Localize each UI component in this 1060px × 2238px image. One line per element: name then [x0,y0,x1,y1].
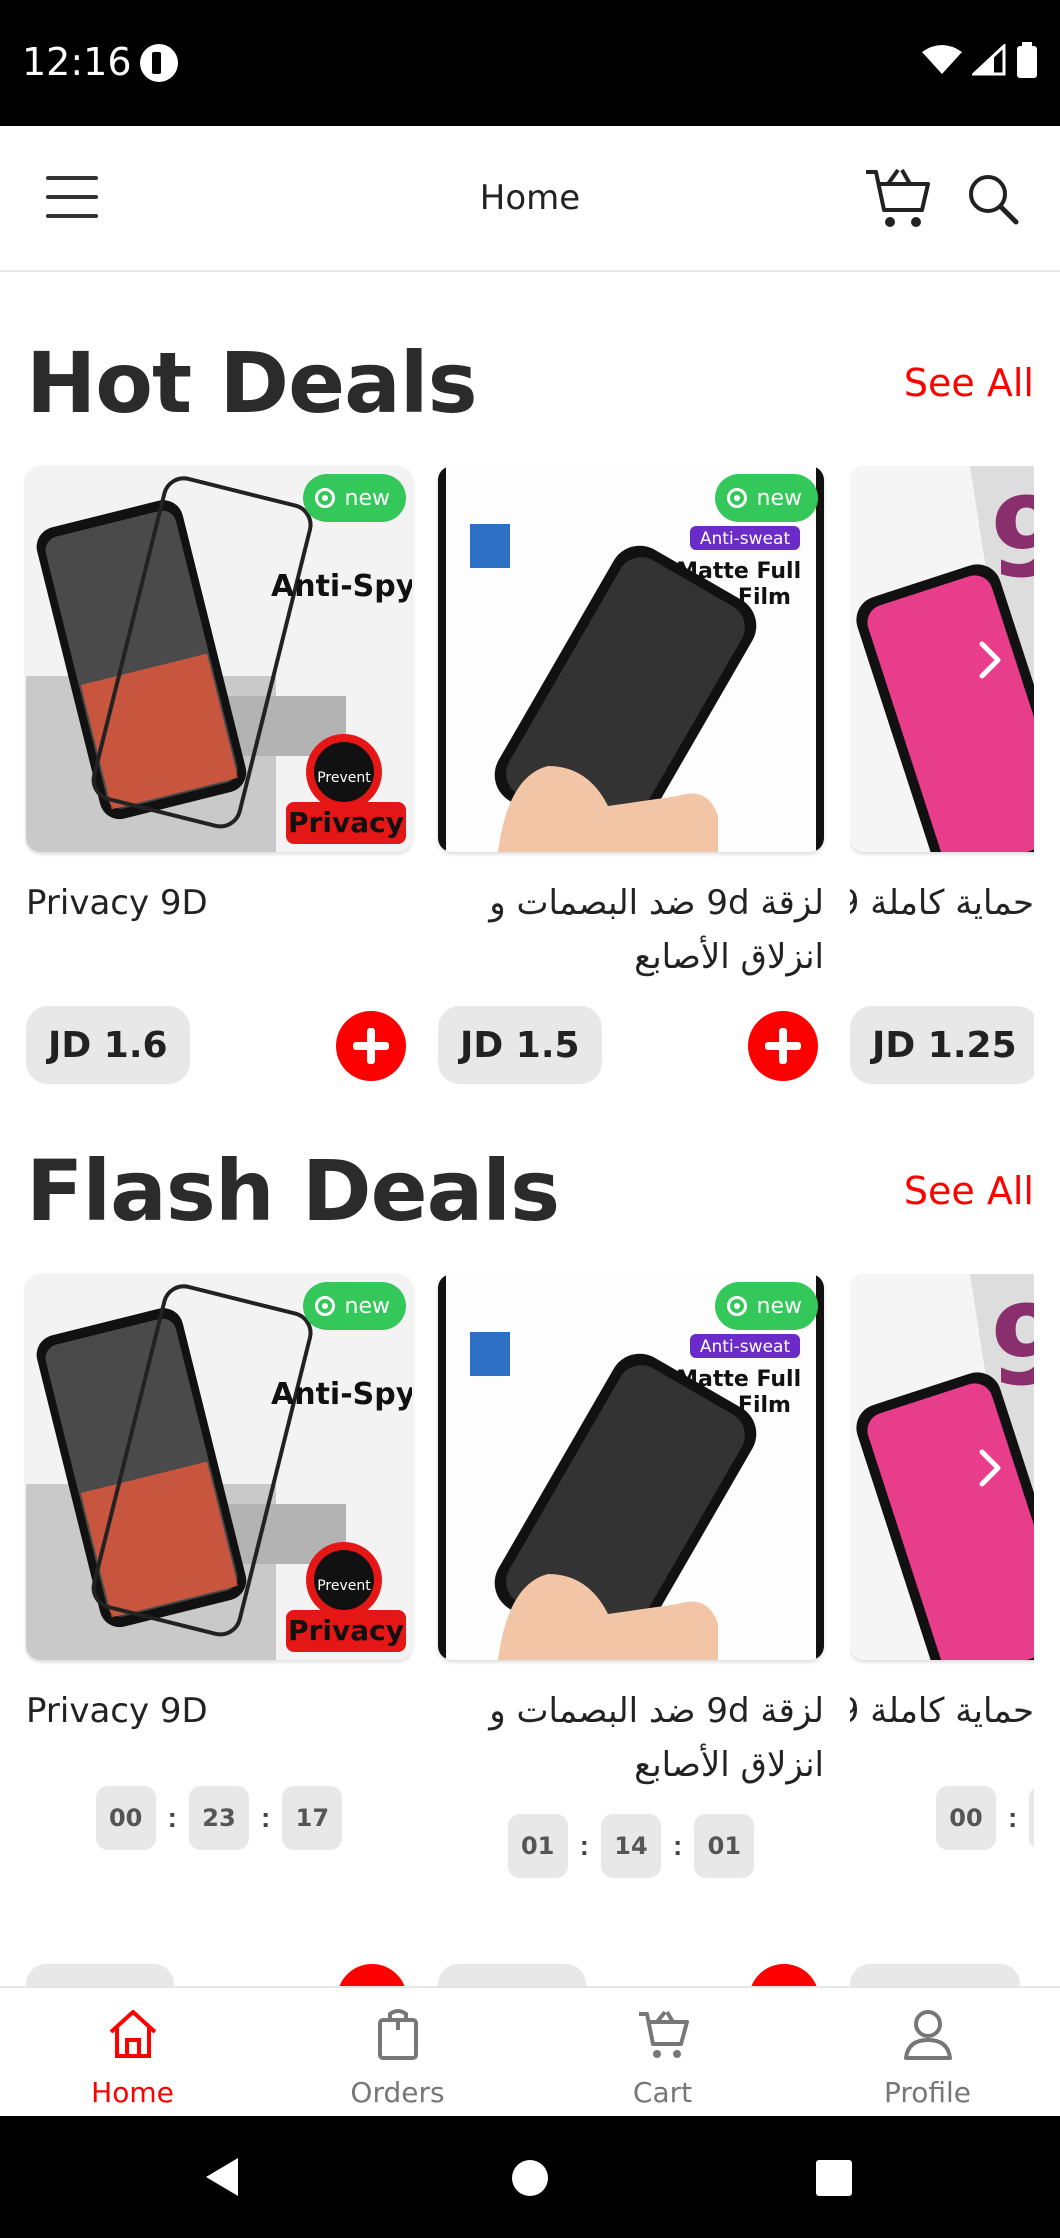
battery-icon [1017,42,1037,78]
product-name: Privacy 9D [26,1691,208,1731]
shopping-bag-icon [377,2009,418,2060]
cart-icon[interactable] [862,166,934,232]
hot-deal-card-3-clip: 9 حماية كاملة 9 JD 1.25 [850,466,1034,1086]
matte-screen-film-product-image: Anti-sweat 9D Matte Full Screen Film [438,466,824,852]
flash-deals-title: Flash Deals [26,1142,560,1240]
home-circle-icon[interactable] [510,2158,550,2198]
nav-profile-label: Profile [883,2076,972,2109]
product-image[interactable]: Anti-Spy Prevent Privacy new [26,1274,412,1660]
user-icon [903,2010,952,2060]
flash-deal-card-1[interactable]: Anti-Spy Prevent Privacy new Privacy 9D … [26,1274,412,1874]
status-icons [922,42,1038,78]
hot-deals-title: Hot Deals [26,334,478,432]
nav-profile[interactable]: Profile [795,1988,1060,2116]
timer-minutes: 23 [189,1786,249,1850]
timer-hours: 01 [507,1814,568,1878]
product-image[interactable]: Anti-sweat 9D Matte Full Screen Film new [438,466,824,852]
privacy-screen-product-image: Anti-Spy Prevent Privacy [26,466,412,852]
status-bar: 12:16 [0,0,1060,126]
app-bar: Home [0,126,1060,272]
chevron-right-icon[interactable] [970,1448,1010,1488]
recents-icon[interactable] [814,2158,854,2198]
flash-deal-card-3[interactable]: 9 حماية كاملة 9 00 : 4 [850,1274,1034,1874]
nav-orders[interactable]: Orders [265,1988,530,2116]
notification-app-icon [140,44,178,82]
countdown-timer: 00 : 4 [850,1786,1034,1850]
product-image[interactable]: Anti-Spy Prevent Privacy new [26,466,412,852]
hot-deals-header: Hot Deals See All [26,334,1034,432]
timer-seconds: 17 [282,1786,343,1850]
hot-deal-card-1[interactable]: Anti-Spy Prevent Privacy new Privacy 9D … [26,466,412,1086]
hot-deal-card-3[interactable]: 9 حماية كاملة 9 JD 1.25 [850,466,1034,1086]
bottom-navigation: Home Orders Cart Profile [0,1986,1060,2116]
flash-deals-header: Flash Deals See All [26,1142,1034,1240]
product-name: حماية كاملة 9 [850,883,1034,923]
system-navigation-bar [0,2116,1060,2238]
status-time: 12:16 [22,40,132,84]
product-name: Privacy 9D [26,883,208,923]
new-badge: new [714,474,818,522]
new-badge: new [714,1282,818,1330]
wifi-icon [922,45,962,74]
svg-text:Privacy: Privacy [288,1614,404,1647]
countdown-timer: 01 : 14 : 01 [438,1814,824,1878]
search-icon[interactable] [966,172,1020,226]
svg-text:Anti-Spy: Anti-Spy [271,1377,412,1412]
product-name: لزقة 9d ضد البصمات و انزلاق الأصابع [489,883,824,977]
matte-screen-film-product-image: Anti-sweat 9D Matte Full Screen Film [438,1274,824,1660]
flash-deal-card-2[interactable]: Anti-sweat 9D Matte Full Screen Film new… [438,1274,824,1878]
add-to-cart-button[interactable] [748,1011,818,1081]
timer-minutes: 14 [601,1814,661,1878]
product-name: حماية كاملة 9 [850,1691,1034,1731]
chevron-right-icon[interactable] [970,640,1010,680]
timer-hours: 00 [95,1786,156,1850]
svg-text:Anti-sweat: Anti-sweat [700,529,791,549]
product-image[interactable]: Anti-sweat 9D Matte Full Screen Film new [438,1274,824,1660]
price-badge: JD 1.25 [850,1006,1034,1084]
cart-icon [638,2010,689,2058]
product-name: لزقة 9d ضد البصمات و انزلاق الأصابع [489,1691,824,1785]
back-icon[interactable] [202,2156,242,2198]
svg-text:Prevent: Prevent [317,1578,371,1594]
privacy-screen-product-image: Anti-Spy Prevent Privacy [26,1274,412,1660]
add-to-cart-button[interactable] [336,1011,406,1081]
countdown-timer: 00 : 23 : 17 [26,1786,412,1850]
signal-icon [972,44,1006,76]
nav-home-label: Home [91,2076,174,2109]
timer-minutes: 4 [1029,1786,1034,1850]
nav-cart[interactable]: Cart [530,1988,795,2116]
price-badge: JD 1.6 [26,1006,190,1084]
new-badge: new [302,1282,406,1330]
nav-orders-label: Orders [350,2076,445,2109]
svg-text:Anti-Spy: Anti-Spy [271,569,412,604]
price-badge: JD 1.5 [438,1006,602,1084]
flash-deal-card-3-clip: 9 حماية كاملة 9 00 : 4 [850,1274,1034,1874]
nav-cart-label: Cart [632,2076,693,2109]
svg-text:Privacy: Privacy [288,806,404,839]
svg-text:Prevent: Prevent [317,770,371,786]
home-icon [109,2010,156,2058]
new-badge: new [302,474,406,522]
timer-hours: 00 [936,1786,996,1850]
hot-deals-see-all-link[interactable]: See All [904,361,1034,405]
nav-home[interactable]: Home [0,1988,265,2116]
flash-deals-see-all-link[interactable]: See All [904,1169,1034,1213]
timer-seconds: 01 [694,1814,755,1878]
svg-text:Anti-sweat: Anti-sweat [700,1337,791,1357]
hot-deal-card-2[interactable]: Anti-sweat 9D Matte Full Screen Film new… [438,466,824,1086]
